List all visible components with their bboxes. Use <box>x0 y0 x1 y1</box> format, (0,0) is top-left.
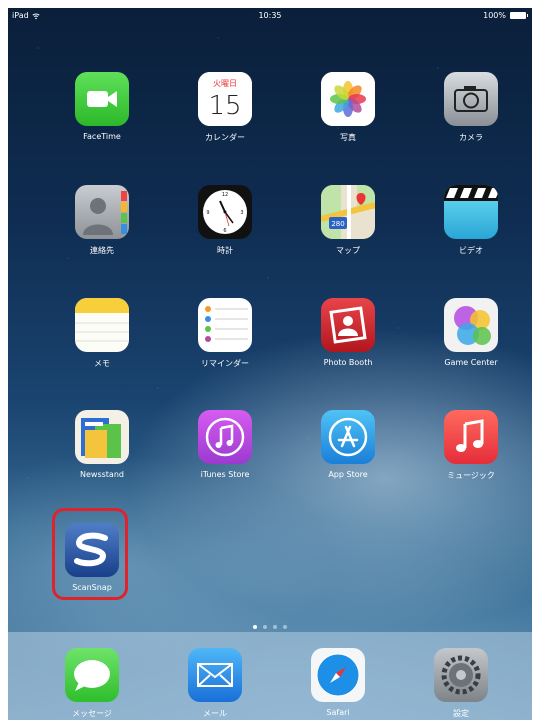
app-label: iTunes Store <box>200 470 250 479</box>
app-label: 写真 <box>340 133 356 142</box>
clock-time: 10:35 <box>258 11 282 20</box>
app-label: 時計 <box>217 246 233 255</box>
facetime-icon <box>75 72 129 126</box>
app-app-store[interactable]: App Store <box>293 410 403 500</box>
status-bar: iPad 10:35 100% <box>8 8 532 24</box>
reminders-icon <box>198 298 252 352</box>
calendar-weekday: 火曜日 <box>213 79 237 88</box>
app-label: FaceTime <box>83 132 121 141</box>
newsstand-icon <box>75 410 129 464</box>
dock-safari[interactable]: Safari <box>283 648 393 720</box>
status-bar-right: 100% <box>483 11 528 20</box>
dock-settings[interactable]: 設定 <box>406 648 516 720</box>
videos-icon <box>444 185 498 239</box>
app-maps[interactable]: 280 マップ <box>293 185 403 275</box>
app-music[interactable]: ミュージック <box>416 410 526 500</box>
game-center-icon <box>444 298 498 352</box>
app-label: メモ <box>94 359 110 368</box>
app-contacts[interactable]: 連絡先 <box>47 185 157 275</box>
app-photos[interactable]: 写真 <box>293 72 403 162</box>
settings-icon <box>434 648 488 702</box>
app-label: ビデオ <box>459 246 483 255</box>
page-dot[interactable] <box>283 625 287 629</box>
app-label: Newsstand <box>80 470 124 479</box>
svg-text:3: 3 <box>240 210 243 216</box>
ipad-home-screen: iPad 10:35 100% FaceTime 火曜日 15 カレンダー 写真… <box>8 8 532 720</box>
app-itunes-store[interactable]: iTunes Store <box>170 410 280 500</box>
page-dot[interactable] <box>263 625 267 629</box>
app-label: カレンダー <box>205 133 245 142</box>
app-label: ミュージック <box>447 471 495 480</box>
route-shield: 280 <box>331 220 344 228</box>
music-icon <box>444 410 498 464</box>
app-photo-booth[interactable]: Photo Booth <box>293 298 403 388</box>
photo-booth-icon <box>321 298 375 352</box>
app-reminders[interactable]: リマインダー <box>170 298 280 388</box>
contacts-icon <box>75 185 129 239</box>
app-label: メッセージ <box>72 709 112 718</box>
svg-text:6: 6 <box>223 228 226 234</box>
dock-messages[interactable]: メッセージ <box>37 648 147 720</box>
mail-icon <box>188 648 242 702</box>
app-clock[interactable]: 12 3 6 9 時計 <box>170 185 280 275</box>
page-dot[interactable] <box>253 625 257 629</box>
app-videos[interactable]: ビデオ <box>416 185 526 275</box>
app-label: Photo Booth <box>323 358 373 367</box>
app-label: マップ <box>336 246 360 255</box>
battery-percent: 100% <box>483 11 506 20</box>
app-label: App Store <box>328 470 368 479</box>
app-label: 設定 <box>453 709 469 718</box>
app-newsstand[interactable]: Newsstand <box>47 410 157 500</box>
app-calendar[interactable]: 火曜日 15 カレンダー <box>170 72 280 162</box>
app-notes[interactable]: メモ <box>47 298 157 388</box>
app-store-icon <box>321 410 375 464</box>
app-game-center[interactable]: Game Center <box>416 298 526 388</box>
app-label: メール <box>203 709 227 718</box>
calendar-day: 15 <box>208 91 241 121</box>
photos-icon <box>321 72 375 126</box>
dock: メッセージ メール Safari 設定 <box>8 632 532 720</box>
messages-icon <box>65 648 119 702</box>
app-label: カメラ <box>459 133 483 142</box>
camera-icon <box>444 72 498 126</box>
app-label: Safari <box>326 708 350 717</box>
svg-text:9: 9 <box>206 210 209 216</box>
page-dot[interactable] <box>273 625 277 629</box>
page-indicator[interactable] <box>8 625 532 629</box>
battery-icon <box>510 12 528 19</box>
calendar-icon: 火曜日 15 <box>198 72 252 126</box>
svg-text:12: 12 <box>222 192 228 198</box>
itunes-store-icon <box>198 410 252 464</box>
app-facetime[interactable]: FaceTime <box>47 72 157 162</box>
app-label: Game Center <box>444 358 498 367</box>
maps-icon: 280 <box>321 185 375 239</box>
app-label: リマインダー <box>201 359 249 368</box>
dock-mail[interactable]: メール <box>160 648 270 720</box>
clock-icon: 12 3 6 9 <box>198 185 252 239</box>
scansnap-highlight-frame <box>52 508 128 600</box>
notes-icon <box>75 298 129 352</box>
app-camera[interactable]: カメラ <box>416 72 526 162</box>
safari-icon <box>311 648 365 702</box>
app-label: 連絡先 <box>90 246 114 255</box>
